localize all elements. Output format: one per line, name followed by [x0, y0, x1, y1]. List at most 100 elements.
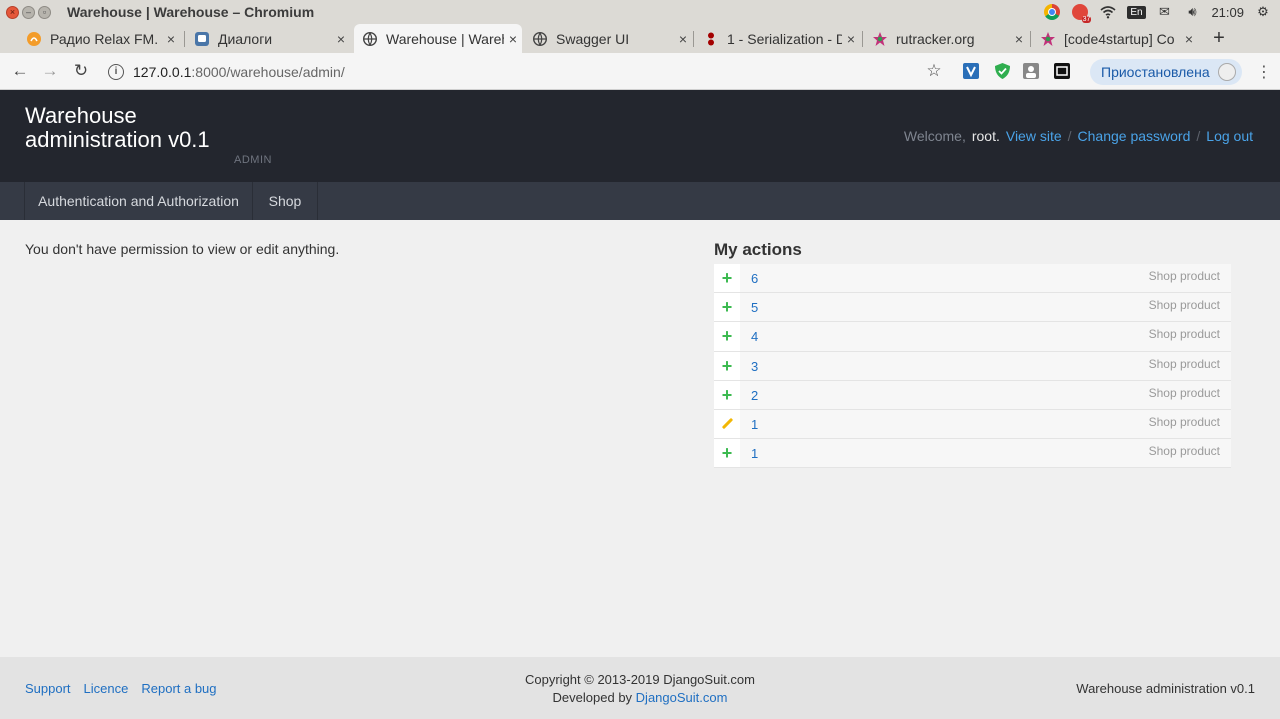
action-row: + 5 Shop product	[714, 293, 1231, 323]
addition-plus-icon: +	[714, 351, 740, 380]
action-object-link[interactable]: 5	[751, 300, 758, 315]
username: root.	[971, 128, 1000, 144]
admin-footer: Support Licence Report a bug Copyright ©…	[0, 657, 1280, 719]
tab-warehouse[interactable]: Warehouse | Warehouse ×	[354, 24, 522, 53]
tab-code4startup[interactable]: [code4startup] Co ×	[1032, 24, 1198, 53]
action-content-type: Shop product	[1148, 414, 1220, 429]
developed-by-text: Developed by	[552, 690, 633, 705]
back-arrow-icon[interactable]: ←	[9, 60, 31, 82]
tab-rutracker[interactable]: rutracker.org ×	[864, 24, 1028, 53]
action-content-type: Shop product	[1148, 327, 1220, 342]
address-bar[interactable]: i 127.0.0.1:8000/warehouse/admin/	[108, 61, 345, 83]
minimize-window-icon[interactable]: –	[22, 5, 35, 19]
brand-line-2: administration v0.1	[25, 127, 210, 152]
admin-header: Warehouse administration v0.1 ADMIN Welc…	[0, 90, 1280, 182]
new-tab-plus-icon[interactable]: +	[1208, 24, 1230, 53]
action-object-link[interactable]: 3	[751, 359, 758, 374]
menu-item-shop[interactable]: Shop	[252, 182, 318, 220]
screenshot-extension-icon[interactable]	[1053, 62, 1071, 80]
vpn-extension-icon[interactable]	[962, 62, 980, 80]
admin-top-menu: Authentication and Authorization Shop	[0, 182, 1280, 220]
tab-separator	[693, 31, 694, 47]
tab-label: 1 - Serialization - Django REST	[727, 30, 842, 47]
action-row: 1 Shop product	[714, 409, 1231, 440]
browser-tab-strip: Радио Relax FM. × Диалоги × Warehouse | …	[0, 24, 1280, 53]
tab-close-icon[interactable]: ×	[842, 31, 860, 47]
addition-plus-icon: +	[714, 439, 740, 468]
tab-radio-relax[interactable]: Радио Relax FM. ×	[18, 24, 180, 53]
action-content-type: Shop product	[1148, 269, 1220, 283]
tab-label: Swagger UI	[556, 30, 630, 47]
tab-label: rutracker.org	[896, 30, 975, 47]
tab-close-icon[interactable]: ×	[504, 31, 522, 47]
mail-icon[interactable]: ✉	[1155, 3, 1173, 21]
profile-paused-button[interactable]: Приостановлена	[1090, 59, 1242, 85]
addition-plus-icon: +	[714, 380, 740, 409]
volume-icon[interactable]: 🔊︎	[1183, 3, 1201, 21]
notification-badge-icon[interactable]: 37	[1071, 3, 1092, 23]
tab-serialization[interactable]: 1 - Serialization - Django REST ×	[695, 24, 860, 53]
browser-menu-icon[interactable]: ⋮	[1256, 62, 1272, 82]
browser-toolbar: ← → ↻ i 127.0.0.1:8000/warehouse/admin/ …	[0, 53, 1280, 90]
tab-close-icon[interactable]: ×	[332, 31, 350, 47]
brand-line-1: Warehouse	[25, 103, 137, 128]
keyboard-layout-indicator[interactable]: En	[1127, 3, 1146, 21]
menu-item-auth[interactable]: Authentication and Authorization	[24, 182, 253, 220]
profile-avatar	[1218, 63, 1236, 81]
tab-close-icon[interactable]: ×	[1180, 31, 1198, 47]
reload-icon[interactable]: ↻	[70, 60, 92, 82]
tab-swagger[interactable]: Swagger UI ×	[524, 24, 692, 53]
rutracker-icon	[872, 31, 888, 47]
change-pencil-icon	[714, 409, 740, 439]
action-object-link[interactable]: 4	[751, 329, 758, 344]
close-window-icon[interactable]: ×	[6, 5, 19, 19]
footer-version: Warehouse administration v0.1	[1076, 681, 1255, 696]
wifi-icon[interactable]	[1099, 3, 1117, 21]
site-info-icon[interactable]: i	[108, 64, 124, 80]
clock[interactable]: 21:09	[1211, 5, 1244, 20]
tab-label: Радио Relax FM.	[50, 30, 159, 47]
chrome-tray-icon[interactable]	[1043, 3, 1061, 21]
globe-icon	[532, 31, 548, 47]
tab-dialogs[interactable]: Диалоги ×	[186, 24, 350, 53]
action-content-type: Shop product	[1148, 356, 1220, 371]
bookmark-star-icon[interactable]: ☆	[925, 61, 943, 80]
link-separator: /	[1196, 128, 1201, 144]
action-content-type: Shop product	[1148, 444, 1220, 459]
my-actions-list: + 6 Shop product + 5 Shop product + 4 Sh…	[714, 264, 1231, 469]
maximize-window-icon[interactable]: ▫	[38, 5, 51, 19]
tab-label: Warehouse | Warehouse	[386, 30, 504, 47]
settings-gear-icon[interactable]: ⚙	[1254, 3, 1272, 21]
log-out-link[interactable]: Log out	[1206, 128, 1253, 144]
user-extension-icon[interactable]	[1022, 62, 1040, 80]
action-object-link[interactable]: 6	[751, 271, 758, 286]
admin-brand[interactable]: Warehouse administration v0.1	[25, 104, 210, 152]
action-row: + 3 Shop product	[714, 351, 1231, 381]
action-row: + 2 Shop product	[714, 380, 1231, 410]
action-row: + 4 Shop product	[714, 322, 1231, 352]
action-row: + 6 Shop product	[714, 264, 1231, 294]
vk-icon	[194, 31, 210, 47]
url-path: :8000/warehouse/admin/	[191, 64, 345, 80]
window-controls: × – ▫	[6, 5, 51, 19]
developer-link[interactable]: DjangoSuit.com	[636, 690, 728, 705]
url-host: 127.0.0.1	[133, 64, 192, 80]
change-password-link[interactable]: Change password	[1078, 128, 1191, 144]
shield-extension-icon[interactable]	[993, 62, 1011, 80]
view-site-link[interactable]: View site	[1006, 128, 1062, 144]
addition-plus-icon: +	[714, 293, 740, 322]
profile-status-label: Приостановлена	[1101, 64, 1210, 80]
window-title: Warehouse | Warehouse – Chromium	[67, 4, 315, 20]
action-object-link[interactable]: 1	[751, 417, 758, 432]
action-object-link[interactable]: 2	[751, 388, 758, 403]
forward-arrow-icon[interactable]: →	[39, 60, 61, 82]
action-object-link[interactable]: 1	[751, 446, 758, 461]
tab-separator	[1030, 31, 1031, 47]
tab-close-icon[interactable]: ×	[1010, 31, 1028, 47]
user-tools: Welcome, root. View site / Change passwo…	[904, 128, 1253, 144]
tab-close-icon[interactable]: ×	[162, 31, 180, 47]
welcome-text: Welcome,	[903, 128, 966, 144]
tab-label: [code4startup] Co	[1064, 30, 1175, 47]
brand-subtitle: ADMIN	[234, 154, 272, 166]
tab-close-icon[interactable]: ×	[674, 31, 692, 47]
